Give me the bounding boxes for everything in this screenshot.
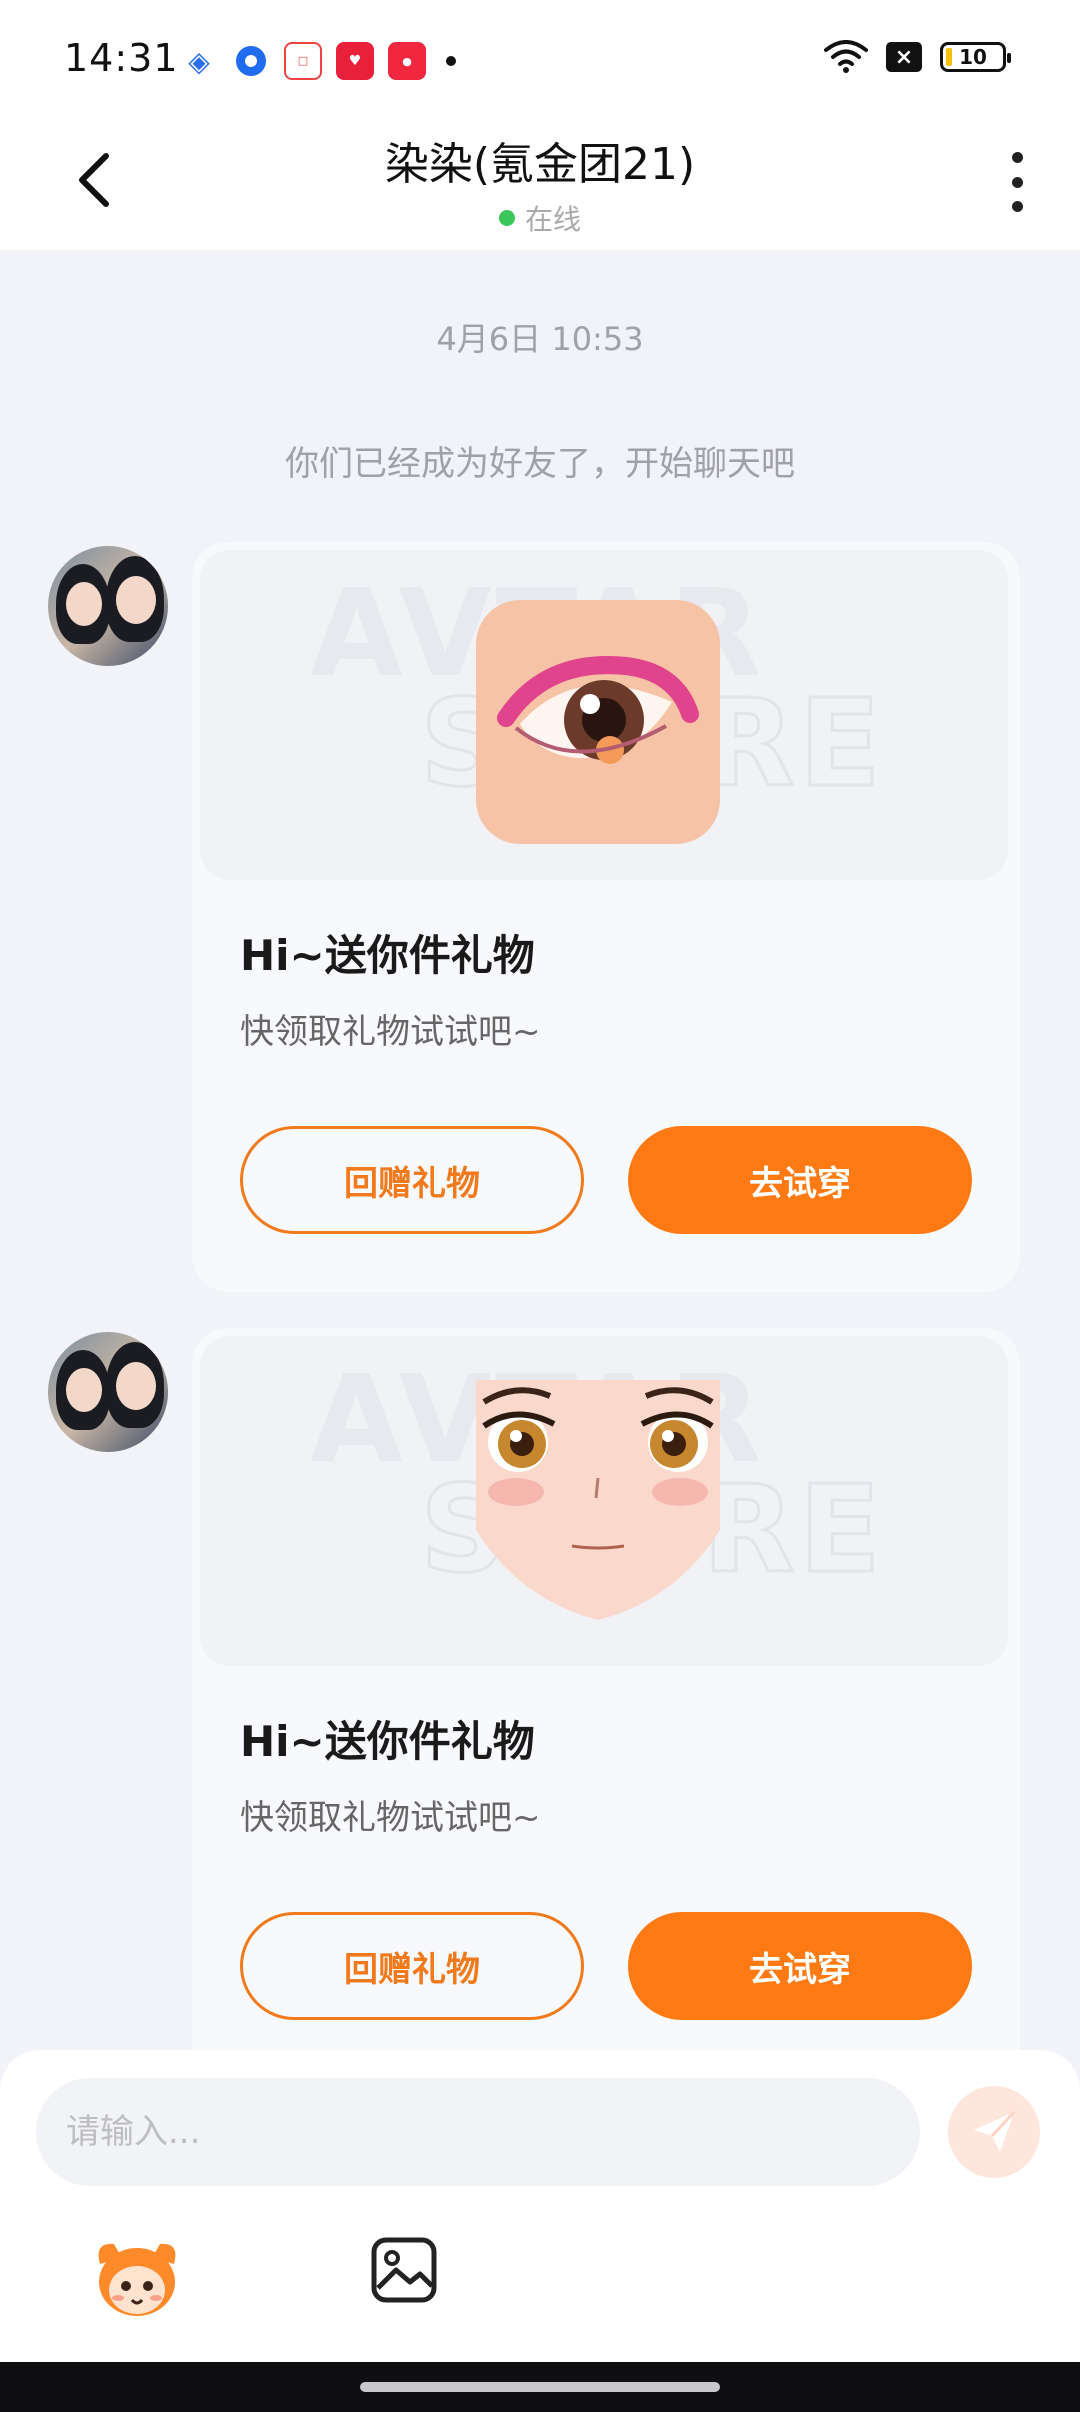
gift-heading: Hi~送你件礼物 bbox=[240, 931, 535, 980]
more-options-button[interactable] bbox=[1002, 152, 1032, 212]
notification-icons: ◈ □ ♥ ● bbox=[180, 42, 456, 80]
gift-subtitle: 快领取礼物试试吧~ bbox=[240, 1012, 541, 1052]
input-panel bbox=[0, 2050, 1080, 2362]
face-item bbox=[476, 1380, 720, 1620]
gift-message-card[interactable]: AVTARSTORE Hi~送你件礼物 快领取礼物试试吧~ 回赠礼物 去试穿 bbox=[192, 542, 1020, 1292]
home-gesture-handle[interactable] bbox=[360, 2382, 720, 2392]
mascot-icon bbox=[98, 2243, 176, 2316]
chat-area[interactable]: 4月6日 10:53 你们已经成为好友了，开始聊天吧 AVTARSTORE Hi… bbox=[0, 250, 1080, 2088]
online-dot-icon bbox=[498, 210, 515, 226]
online-status-label: 在线 bbox=[524, 203, 581, 236]
fish-video-icon: □ bbox=[284, 42, 322, 80]
avatar[interactable] bbox=[48, 546, 168, 666]
heart-app-icon: ♥ bbox=[336, 42, 374, 80]
battery-level: 10 bbox=[959, 45, 987, 69]
no-signal-icon: × bbox=[886, 42, 922, 72]
send-icon bbox=[974, 2110, 1016, 2152]
system-icons: × 10 bbox=[824, 40, 1011, 74]
send-button[interactable] bbox=[948, 2086, 1040, 2178]
avatar[interactable] bbox=[48, 1332, 168, 1452]
system-navigation-bar bbox=[0, 2362, 1080, 2412]
gift-heading: Hi~送你件礼物 bbox=[240, 1717, 535, 1766]
status-time: 14:31 bbox=[64, 36, 179, 80]
image-picker-button[interactable] bbox=[370, 2236, 438, 2304]
baidu-icon: ◈ bbox=[188, 44, 210, 78]
online-status: 在线 bbox=[0, 198, 1080, 238]
gift-message-card[interactable]: AVTARSTORE Hi~送你件礼物 bbox=[192, 1328, 1020, 2088]
chat-title-area: 染染(氪金团21) 在线 bbox=[0, 128, 1080, 238]
try-on-button[interactable]: 去试穿 bbox=[628, 1126, 972, 1234]
wifi-icon bbox=[824, 40, 868, 74]
return-gift-button[interactable]: 回赠礼物 bbox=[240, 1912, 584, 2020]
return-gift-button[interactable]: 回赠礼物 bbox=[240, 1126, 584, 1234]
message-input[interactable] bbox=[36, 2078, 920, 2186]
system-message: 你们已经成为好友了，开始聊天吧 bbox=[285, 444, 795, 484]
gift-image[interactable]: AVTARSTORE bbox=[200, 550, 1008, 880]
gift-image[interactable]: AVTARSTORE bbox=[200, 1336, 1008, 1666]
image-icon bbox=[371, 2237, 437, 2303]
battery-icon: 10 bbox=[940, 42, 1011, 72]
browser-icon bbox=[236, 46, 266, 76]
message-timestamp: 4月6日 10:53 bbox=[436, 320, 644, 358]
contact-name: 染染(氪金团21) bbox=[384, 139, 696, 190]
more-notifications-icon bbox=[446, 56, 456, 66]
chat-header: 染染(氪金团21) 在线 bbox=[0, 110, 1080, 250]
xiaohongshu-icon: ● bbox=[388, 42, 426, 80]
mascot-emoji-button[interactable] bbox=[92, 2234, 182, 2320]
eye-makeup-item bbox=[476, 600, 720, 844]
status-bar: 14:31 ◈ □ ♥ ● × 10 bbox=[0, 0, 1080, 110]
try-on-button[interactable]: 去试穿 bbox=[628, 1912, 972, 2020]
gift-subtitle: 快领取礼物试试吧~ bbox=[240, 1798, 541, 1838]
